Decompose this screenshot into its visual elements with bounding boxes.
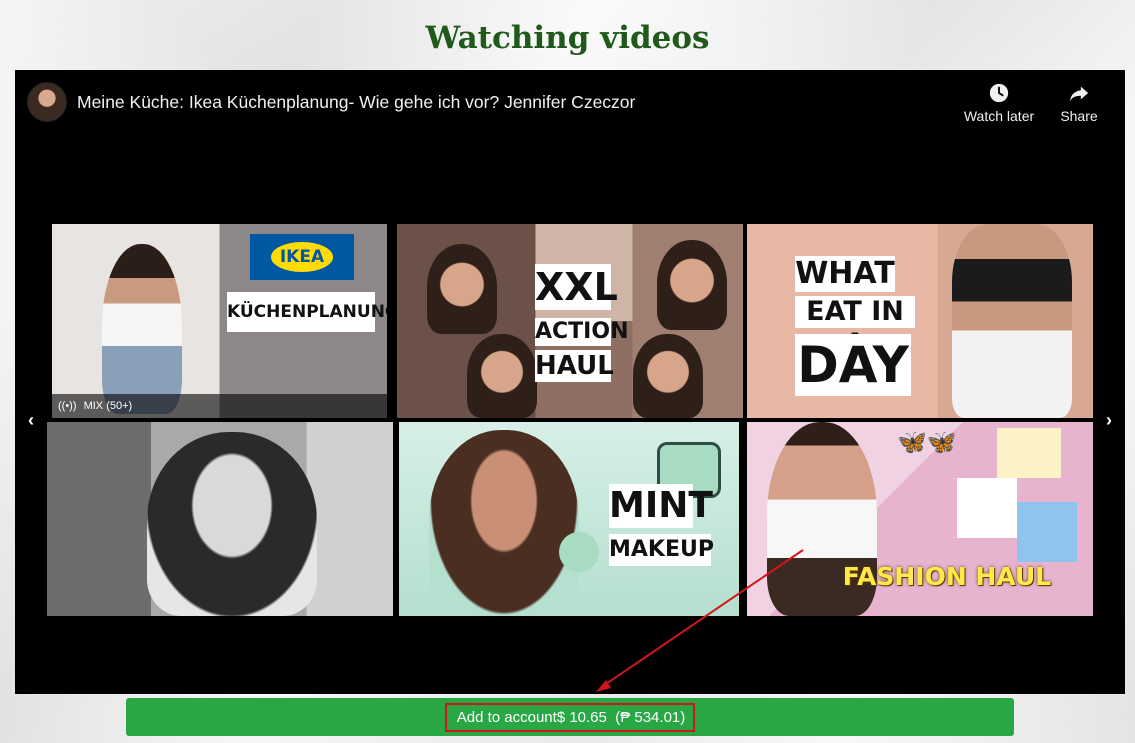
channel-avatar[interactable] [27, 82, 67, 122]
ikea-logo: IKEA [250, 234, 354, 280]
mix-badge: ((•)) MIX (50+) [52, 394, 387, 418]
watch-later-label: Watch later [963, 108, 1035, 124]
thumbnail-caption-line-1: XXL [535, 264, 618, 310]
butterfly-icon: 🦋🦋 [897, 429, 957, 456]
thumbnail-caption-line-1: WHAT I [795, 256, 895, 327]
blue-garment-image [1017, 502, 1077, 562]
ice-cream-icon [559, 532, 599, 572]
video-thumbnail-what-i-eat[interactable]: WHAT I EAT IN A DAY [747, 224, 1093, 418]
reward-converted: (₱ 534.01) [615, 708, 686, 726]
reward-label: Add to account [456, 708, 557, 726]
thumbnail-caption: KÜCHENPLANUNG [227, 292, 387, 332]
thumbnail-caption-line-2: MAKEUP [609, 534, 714, 566]
reward-highlight-box[interactable]: Add to account$ 10.65 (₱ 534.01) [444, 702, 696, 732]
tank-garment-image [957, 478, 1017, 538]
share-button[interactable]: Share [1039, 82, 1119, 124]
ikea-logo-text: IKEA [270, 242, 334, 272]
broadcast-icon: ((•)) [58, 400, 77, 412]
clock-icon [989, 83, 1009, 103]
video-title[interactable]: Meine Küche: Ikea Küchenplanung- Wie geh… [77, 92, 635, 113]
reward-amount: $ 10.65 [556, 708, 607, 726]
thumbnail-caption: FASHION HAUL [842, 562, 1052, 591]
top-garment-image [997, 428, 1061, 478]
page-title: Watching videos [425, 20, 710, 56]
video-thumbnail-mint-makeup[interactable]: MINT MAKEUP [399, 422, 739, 616]
watch-later-button[interactable]: Watch later [959, 82, 1039, 124]
video-thumbnail-ikea[interactable]: IKEA KÜCHENPLANUNG ((•)) MIX (50+) [52, 224, 387, 418]
next-arrow-icon[interactable]: › [1101, 410, 1117, 430]
previous-arrow-icon[interactable]: ‹ [23, 410, 39, 430]
thumbnail-caption-line-2: ACTION [535, 318, 629, 346]
thumbnail-caption-line-3: DAY [795, 334, 911, 396]
video-thumbnail-portrait[interactable] [47, 422, 393, 616]
add-to-account-button[interactable]: Add to account$ 10.65 (₱ 534.01) [126, 698, 1014, 736]
thumbnail-caption-line-1: MINT [609, 484, 713, 528]
share-label: Share [1060, 108, 1098, 124]
share-arrow-icon [1069, 86, 1089, 102]
thumbnail-caption-line-3: HAUL [535, 350, 614, 382]
video-thumbnail-xxl-action-haul[interactable]: XXL ACTION HAUL [397, 224, 743, 418]
thumbnail-caption-line-2: EAT IN A [795, 296, 915, 359]
video-player[interactable]: Meine Küche: Ikea Küchenplanung- Wie geh… [15, 70, 1125, 694]
video-thumbnail-fashion-haul[interactable]: 🦋🦋 FASHION HAUL [747, 422, 1093, 616]
mix-badge-label: MIX (50+) [83, 400, 133, 412]
